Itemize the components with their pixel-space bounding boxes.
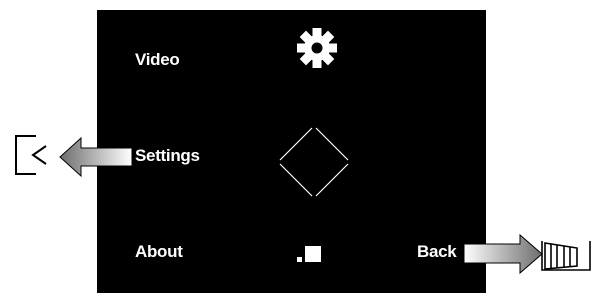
grille-box-icon[interactable]: [539, 236, 593, 276]
small-squares-icon: [297, 246, 321, 262]
menu-item-back[interactable]: Back: [417, 242, 457, 262]
settings-callout-arrow: [59, 136, 133, 178]
menu-item-about[interactable]: About: [135, 242, 183, 262]
bracket-left-arrow-icon[interactable]: [14, 134, 50, 176]
menu-item-video[interactable]: Video: [135, 50, 180, 70]
gear-icon[interactable]: [296, 27, 338, 69]
back-callout-arrow: [463, 233, 543, 275]
device-screen: Video Settings About Back: [97, 10, 486, 293]
diamond-dpad-icon[interactable]: [278, 126, 350, 198]
menu-item-settings[interactable]: Settings: [135, 146, 200, 166]
